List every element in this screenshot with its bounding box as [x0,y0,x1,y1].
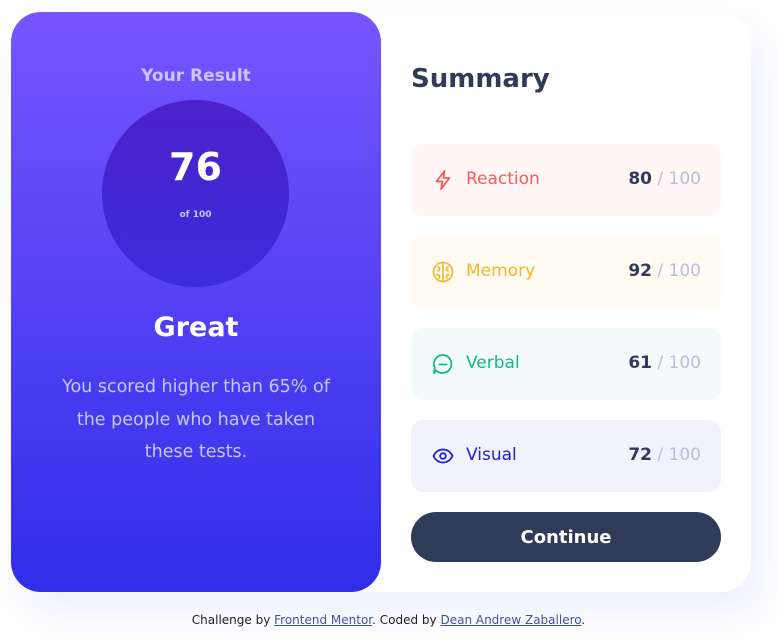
score-number: 61 [628,353,652,373]
summary-item-score: 92 / 100 [628,261,701,281]
chat-bubble-icon [431,352,455,376]
summary-item-reaction: Reaction 80 / 100 [411,144,721,216]
summary-item-score: 61 / 100 [628,353,701,373]
score-number: 80 [628,169,652,189]
score-number: 72 [628,445,652,465]
frontend-mentor-link[interactable]: Frontend Mentor [274,613,372,627]
rating-description: You scored higher than 65% of the people… [62,377,330,462]
summary-item-memory: Memory 92 / 100 [411,236,721,308]
result-panel: Your Result 76 of 100 Great You scored h… [11,12,381,592]
attribution: Challenge by Frontend Mentor. Coded by D… [0,613,777,627]
attribution-middle: . Coded by [372,613,441,627]
summary-item-label: Verbal [466,353,520,373]
rating-title: Great [153,312,239,343]
summary-item-score: 80 / 100 [628,169,701,189]
attribution-prefix: Challenge by [191,613,275,627]
lightning-icon [431,168,455,192]
score-max: / 100 [657,445,701,465]
score-number: 92 [628,261,652,281]
continue-button[interactable]: Continue [411,512,721,562]
score-max: / 100 [657,169,701,189]
summary-item-verbal: Verbal 61 / 100 [411,328,721,400]
summary-item-label: Memory [466,261,536,281]
author-link[interactable]: Dean Andrew Zaballero [440,613,581,627]
summary-item-score: 72 / 100 [628,445,701,465]
eye-icon [431,444,455,468]
result-heading: Your Result [141,66,251,86]
score-max: / 100 [657,261,701,281]
summary-title: Summary [411,64,550,94]
score-of-label: of 100 [179,210,212,220]
score-circle: 76 of 100 [102,100,289,287]
brain-icon [431,260,455,284]
summary-item-label: Reaction [466,169,540,189]
summary-item-label: Visual [466,445,517,465]
score-value: 76 [169,145,222,189]
attribution-suffix: . [581,613,586,627]
score-max: / 100 [657,353,701,373]
summary-item-visual: Visual 72 / 100 [411,420,721,492]
